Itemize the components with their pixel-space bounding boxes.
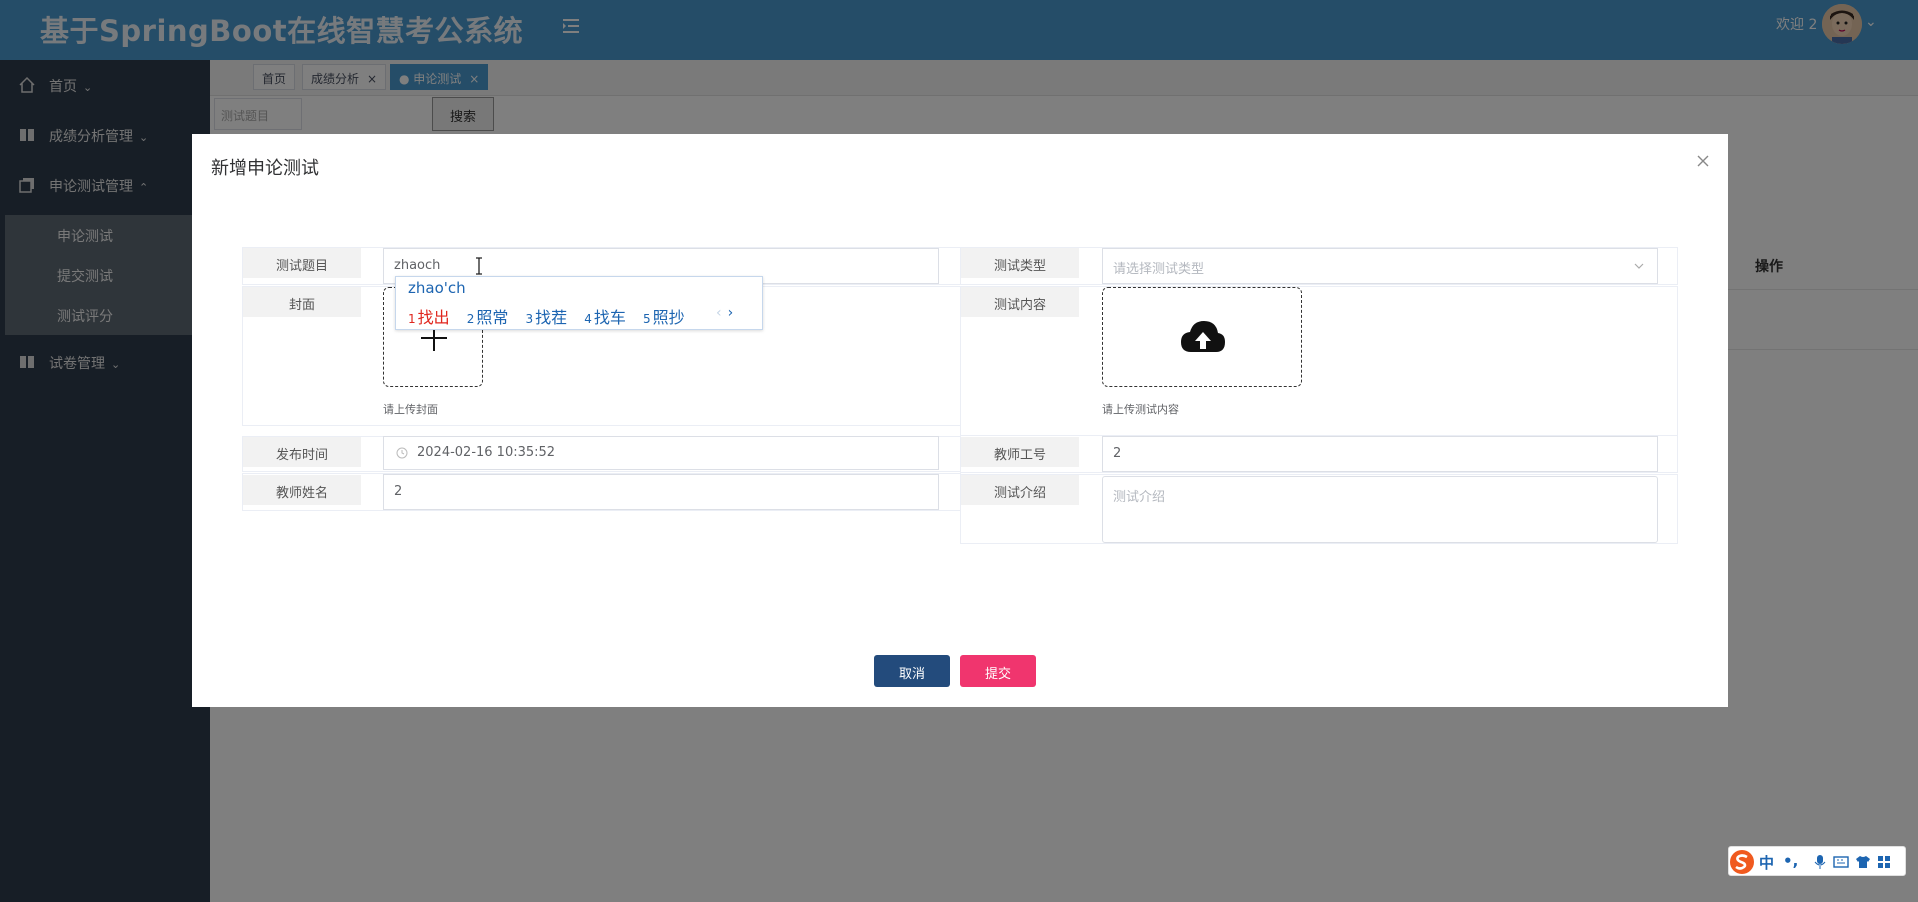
test-content-label: 测试内容 <box>961 287 1079 317</box>
ime-candidate[interactable]: 1 找出 <box>408 304 450 328</box>
test-intro-label: 测试介绍 <box>961 475 1079 505</box>
title-label: 测试题目 <box>243 248 361 278</box>
cancel-button[interactable]: 取消 <box>874 655 950 687</box>
ime-punct-toggle[interactable]: •, <box>1783 852 1798 870</box>
mic-icon[interactable] <box>1813 854 1827 870</box>
shirt-icon[interactable] <box>1855 855 1871 869</box>
teacher-name-label: 教师姓名 <box>243 475 361 505</box>
grid-icon[interactable] <box>1877 855 1891 869</box>
cover-hint: 请上传封面 <box>383 403 438 416</box>
chevron-down-icon <box>1634 263 1644 269</box>
ime-lang-toggle[interactable]: 中 <box>1759 852 1774 873</box>
submit-button[interactable]: 提交 <box>960 655 1036 687</box>
teacher-id-input[interactable]: 2 <box>1102 436 1658 472</box>
test-type-select[interactable]: 请选择测试类型 <box>1102 248 1658 284</box>
ime-candidate[interactable]: 2 照常 <box>467 304 509 328</box>
test-type-label: 测试类型 <box>961 248 1079 278</box>
cloud-upload-icon <box>1181 321 1225 352</box>
cover-label: 封面 <box>243 287 361 317</box>
ime-page-arrows: ‹ › <box>716 305 733 321</box>
clock-icon <box>396 447 408 459</box>
content-upload[interactable] <box>1102 287 1302 387</box>
teacher-name-input[interactable]: 2 <box>383 474 939 510</box>
keyboard-icon[interactable] <box>1833 855 1849 869</box>
ime-composition: zhao'ch <box>408 279 466 297</box>
publish-time-label: 发布时间 <box>243 437 361 467</box>
add-essay-test-dialog: 新增申论测试 测试题目 zhaoch 封面 请上传封面 发布时间 2024-02… <box>192 134 1728 707</box>
ime-candidate[interactable]: 3 找茬 <box>526 304 568 328</box>
teacher-id-label: 教师工号 <box>961 437 1079 467</box>
text-cursor-icon <box>476 257 482 275</box>
chevron-left-icon[interactable]: ‹ <box>716 305 722 321</box>
test-intro-textarea[interactable]: 测试介绍 <box>1102 476 1658 543</box>
ime-status-bar: 中 •, <box>1728 846 1906 876</box>
ime-candidate[interactable]: 4 找车 <box>584 304 626 328</box>
sogou-logo-icon[interactable] <box>1729 849 1755 875</box>
content-hint: 请上传测试内容 <box>1102 403 1179 416</box>
ime-candidate-list: 1 找出 2 照常 3 找茬 4 找车 5 照抄 <box>408 304 697 328</box>
chevron-right-icon[interactable]: › <box>728 305 734 321</box>
ime-candidate-popup: zhao'ch 1 找出 2 照常 3 找茬 4 找车 5 照抄 ‹ › <box>395 276 763 330</box>
publish-time-input[interactable]: 2024-02-16 10:35:52 <box>383 436 939 470</box>
ime-candidate[interactable]: 5 照抄 <box>643 304 685 328</box>
close-icon[interactable] <box>1696 154 1710 168</box>
dialog-title: 新增申论测试 <box>211 158 319 179</box>
